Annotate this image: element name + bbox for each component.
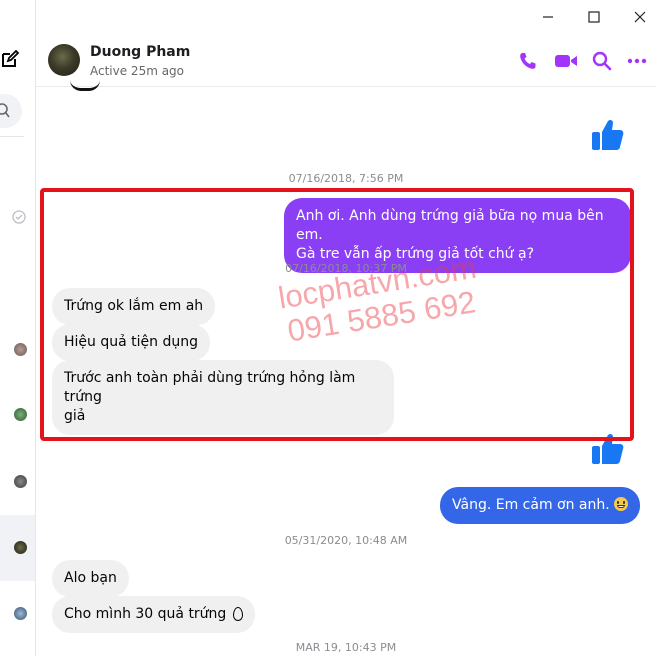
more-icon[interactable] xyxy=(627,51,647,71)
message-text: Cho mình 30 quả trứng xyxy=(64,606,227,622)
message-text: Alo bạn xyxy=(64,570,117,586)
contact-avatar[interactable] xyxy=(14,343,27,356)
message-timestamp: 07/16/2018, 7:56 PM xyxy=(288,172,404,185)
sidebar xyxy=(0,0,36,656)
message-incoming[interactable]: Alo bạn xyxy=(52,560,129,597)
like-thumbs-up-icon xyxy=(592,119,624,150)
conversation-header: Duong Pham Active 25m ago xyxy=(36,36,656,87)
egg-emoji-icon xyxy=(232,607,243,621)
grinning-emoji-icon xyxy=(614,497,629,511)
message-text: Vâng. Em cảm ơn anh. xyxy=(452,497,610,513)
message-outgoing[interactable]: Vâng. Em cảm ơn anh. xyxy=(440,487,641,524)
search-icon[interactable] xyxy=(592,51,612,71)
message-timestamp: MAR 19, 10:43 PM xyxy=(295,641,397,654)
contact-avatar[interactable] xyxy=(14,475,27,488)
message-timestamp: 05/31/2020, 10:48 AM xyxy=(284,534,408,547)
contact-status: Active 25m ago xyxy=(90,64,185,78)
compose-icon[interactable] xyxy=(1,50,19,68)
video-icon[interactable] xyxy=(554,51,578,71)
contact-avatar[interactable] xyxy=(14,607,27,620)
contact-avatar[interactable] xyxy=(14,408,27,421)
message-incoming[interactable]: Cho mình 30 quả trứng xyxy=(52,596,255,633)
contact-avatar[interactable] xyxy=(14,541,27,554)
avatar[interactable] xyxy=(48,44,80,76)
phone-icon[interactable] xyxy=(518,51,538,71)
maximize-icon[interactable] xyxy=(580,4,608,30)
search-icon xyxy=(0,103,10,118)
close-icon[interactable] xyxy=(626,4,654,30)
check-circle-icon xyxy=(12,210,26,224)
contact-name[interactable]: Duong Pham xyxy=(90,44,190,60)
minimize-icon[interactable] xyxy=(534,4,562,30)
sidebar-divider xyxy=(0,136,24,137)
sidebar-search[interactable] xyxy=(0,94,22,128)
